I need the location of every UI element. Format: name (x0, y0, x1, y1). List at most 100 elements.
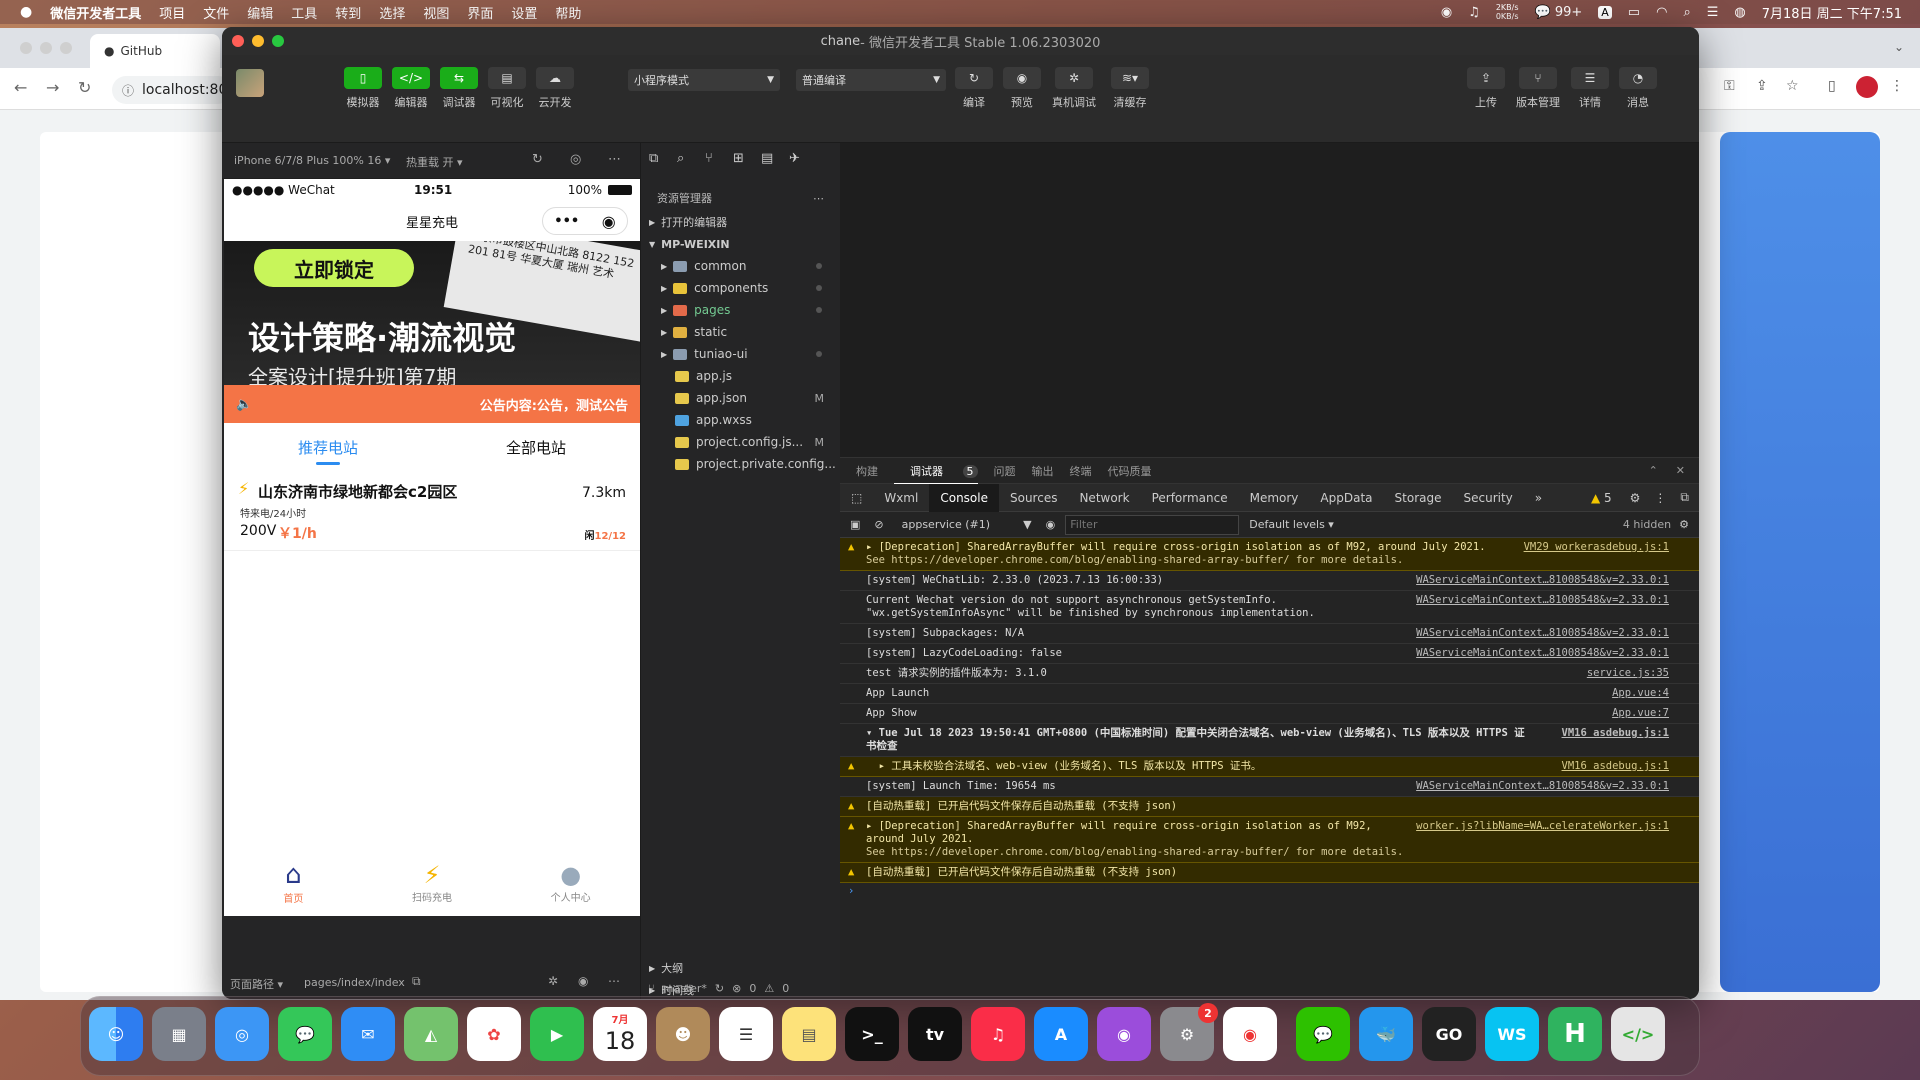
console-line[interactable]: ▾ Tue Jul 18 2023 19:50:41 GMT+0800 (中国标… (840, 724, 1699, 757)
sidebar-toggle-icon[interactable]: ▣ (850, 518, 860, 531)
info-icon[interactable]: ⓘ (122, 82, 134, 99)
goland-icon[interactable]: GO (1422, 1007, 1476, 1061)
upload-button[interactable]: ⇪ 上传 (1463, 67, 1509, 110)
tv-icon[interactable]: tv (908, 1007, 962, 1061)
file-row[interactable]: ▶ tuniao-ui (641, 343, 840, 365)
hot-reload-select[interactable]: 热重载 开 ▾ (406, 154, 463, 170)
tab-problems[interactable]: 问题 (994, 463, 1016, 479)
console-source-link[interactable]: service.js:35 (1587, 667, 1669, 680)
real-debug-button[interactable]: ✲ 真机调试 (1051, 67, 1097, 110)
project-section[interactable]: ▼ MP-WEIXIN (641, 233, 840, 255)
app-store-icon[interactable]: A (1034, 1007, 1088, 1061)
more-tabs-icon[interactable]: » (1524, 484, 1553, 512)
console-source-link[interactable]: VM29 workerasdebug.js:1 (1524, 541, 1669, 554)
search-icon[interactable]: ⌕ (677, 151, 684, 166)
branch-icon[interactable]: ⑂ (648, 982, 655, 995)
console-source-link[interactable]: WAServiceMainContext…81008548&v=2.33.0:1 (1416, 574, 1669, 587)
console-line[interactable]: [system] LazyCodeLoading: false WAService… (840, 644, 1699, 664)
menu-file[interactable]: 文件 (203, 3, 229, 22)
console-line[interactable]: ▲ ▸ [Deprecation] SharedArrayBuffer will … (840, 538, 1699, 571)
settings-icon[interactable]: ⚙ 2 (1160, 1003, 1218, 1061)
devtab-console[interactable]: Console (929, 483, 999, 512)
messages-icon[interactable]: 💬 (278, 1007, 332, 1061)
clock[interactable]: 7月18日 周二 下午7:51 (1762, 3, 1902, 22)
file-row[interactable]: ▶ components (641, 277, 840, 299)
open-editors-section[interactable]: ▶ 打开的编辑器 (641, 211, 840, 233)
devtab-network[interactable]: Network (1068, 484, 1140, 512)
console-source-link[interactable]: App.vue:4 (1612, 687, 1669, 700)
more-icon[interactable]: ⋯ (608, 974, 620, 988)
console-filter-input[interactable] (1065, 514, 1240, 535)
menu-interface[interactable]: 界面 (467, 3, 493, 22)
file-row[interactable]: app.wxss (641, 409, 840, 431)
tabbar-user[interactable]: ● 个人中心 (501, 849, 640, 916)
chevron-down-icon[interactable]: ⌄ (1894, 40, 1904, 54)
close-circle-icon[interactable]: ◉ (602, 212, 616, 231)
battery-icon[interactable]: ▭ (1628, 5, 1640, 20)
chrome-tab-github[interactable]: ● GitHub (90, 34, 220, 68)
compile-button[interactable]: ↻ 编译 (951, 67, 997, 110)
tab-code-quality[interactable]: 代码质量 (1108, 463, 1152, 479)
mail-icon[interactable]: ✉ (341, 1007, 395, 1061)
console-line[interactable]: ▲ [自动热重载] 已开启代码文件保存后自动热重载 (不支持 json) (840, 797, 1699, 817)
console-prompt[interactable]: › (840, 883, 1699, 897)
sidepanel-icon[interactable]: ▯ (1828, 78, 1836, 94)
contacts-icon[interactable]: ☻ (656, 1007, 710, 1061)
compile-select[interactable]: 普通编译 ▼ (796, 69, 946, 91)
tab-all[interactable]: 全部电站 (432, 423, 640, 471)
levels-select[interactable]: Default levels ▾ (1249, 518, 1334, 531)
menu-tools[interactable]: 工具 (291, 3, 317, 22)
console-source-link[interactable]: VM16 asdebug.js:1 (1562, 760, 1669, 773)
minimize-button[interactable] (40, 42, 52, 54)
tab-terminal[interactable]: 终端 (1070, 463, 1092, 479)
menu-goto[interactable]: 转到 (335, 3, 361, 22)
vpn-icon[interactable]: ◉ (1441, 5, 1452, 20)
file-row[interactable]: ▶ static (641, 321, 840, 343)
git-branch[interactable]: master* (663, 982, 707, 995)
file-row[interactable]: project.config.js... M (641, 431, 840, 453)
menu-project[interactable]: 项目 (159, 3, 185, 22)
eye-icon[interactable]: ◉ (1046, 518, 1056, 531)
devtab-storage[interactable]: Storage (1384, 484, 1453, 512)
key-icon[interactable]: ⚿ (1724, 78, 1735, 94)
back-icon[interactable]: ← (14, 78, 27, 97)
git-icon[interactable]: ⑂ (705, 151, 713, 166)
tab-output[interactable]: 输出 (1032, 463, 1054, 479)
banner-image[interactable]: 立即锁定 南京市鼓楼区中山北路 8122 152 201 81号 华夏大厦 瑞州… (224, 241, 640, 385)
tabbar-scan[interactable]: ⚡ 扫码充电 (363, 849, 502, 916)
chevron-up-icon[interactable]: ⌃ (1649, 464, 1658, 477)
console-link[interactable]: See https://developer.chrome.com/blog/en… (866, 846, 1669, 859)
reload-icon[interactable]: ↻ (78, 78, 91, 97)
sync-icon[interactable]: ↻ (715, 982, 724, 995)
address-bar[interactable]: ⓘ localhost:80 (112, 76, 232, 104)
more-icon[interactable]: ⋮ (1654, 491, 1666, 505)
console-source-link[interactable]: worker.js?libName=WA…celerateWorker.js:1 (1416, 820, 1669, 833)
tab-build[interactable]: 构建 (856, 463, 878, 479)
apple-icon[interactable]: ● (20, 4, 32, 20)
menu-help[interactable]: 帮助 (555, 3, 581, 22)
more-icon[interactable]: ⋮ (1890, 78, 1904, 94)
finder-icon[interactable]: ☺ (89, 1007, 143, 1061)
console-source-link[interactable]: WAServiceMainContext…81008548&v=2.33.0:1 (1416, 594, 1669, 607)
notice-bar[interactable]: 🔈 公告内容:公告，测试公告 (224, 385, 640, 423)
console-source-link[interactable]: VM16 asdebug.js:1 (1562, 727, 1669, 740)
calendar-icon[interactable]: 7月 18 (593, 1007, 647, 1061)
control-center-icon[interactable]: ☰ (1707, 5, 1719, 20)
debugger-button[interactable]: ⇆ 调试器 (436, 67, 482, 110)
preview-button[interactable]: ◉ 预览 (999, 67, 1045, 110)
menu-select[interactable]: 选择 (379, 3, 405, 22)
facetime-icon[interactable]: ▶ (530, 1007, 584, 1061)
console-source-link[interactable]: WAServiceMainContext…81008548&v=2.33.0:1 (1416, 780, 1669, 793)
file-row[interactable]: project.private.config... (641, 453, 840, 475)
menu-app[interactable]: 微信开发者工具 (50, 3, 141, 22)
input-method-icon[interactable]: A (1598, 5, 1612, 19)
menu-edit[interactable]: 编辑 (247, 3, 273, 22)
more-icon[interactable]: ⋯ (608, 152, 621, 167)
mode-select[interactable]: 小程序模式 ▼ (628, 69, 780, 91)
tabbar-home[interactable]: ⌂ 首页 (224, 849, 363, 916)
bell-icon[interactable]: ♫ (1468, 5, 1480, 20)
gear-icon[interactable]: ⚙ (1630, 491, 1641, 505)
clear-console-icon[interactable]: ⊘ (874, 518, 883, 531)
console-line[interactable]: [system] Launch Time: 19654 ms WAServiceM… (840, 777, 1699, 797)
bird-icon[interactable]: ✈ (789, 151, 800, 166)
